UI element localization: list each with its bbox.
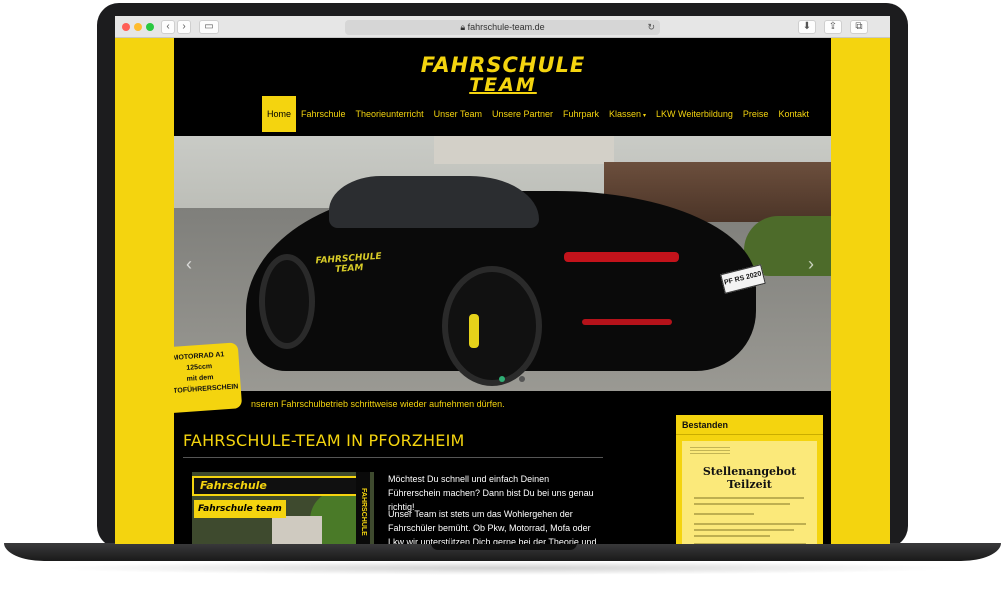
website-page: FAHRSCHULE TEAM Home Fahrschule Theorieu… xyxy=(174,38,831,544)
photo-sign: Fahrschule xyxy=(192,476,362,496)
flyer-text-line xyxy=(694,523,806,525)
flyer-text-line xyxy=(694,497,804,499)
nav-item-fahrschule[interactable]: Fahrschule xyxy=(296,96,351,132)
address-bar[interactable]: 🔒︎ fahrschule-team.de ↻ xyxy=(345,20,660,35)
flyer-title-line1: Stellenangebot xyxy=(702,465,797,478)
flyer-text-line xyxy=(694,543,806,544)
hero-slider[interactable]: FAHRSCHULE TEAM PF RS 2020 ‹ › xyxy=(174,136,831,391)
share-icon: ⇪ xyxy=(828,21,838,32)
sidebar-toggle-button[interactable]: ▭ xyxy=(199,20,219,34)
nav-item-klassen[interactable]: Klassen ▾ xyxy=(604,96,651,132)
nav-item-kontakt[interactable]: Kontakt xyxy=(773,96,814,132)
car-rear-wheel xyxy=(442,266,542,386)
forward-button[interactable]: › xyxy=(177,20,191,34)
chevron-down-icon: ▾ xyxy=(643,113,647,119)
team-paragraph: Unser Team ist stets um das Wohlergehen … xyxy=(388,509,597,544)
flyer-text-line xyxy=(694,513,754,515)
nav-item-theorieunterricht[interactable]: Theorieunterricht xyxy=(351,96,429,132)
car-window xyxy=(329,176,539,228)
logo-text-line1: FAHRSCHULE xyxy=(420,53,586,77)
flyer-text-line xyxy=(694,503,790,505)
job-offer-flyer[interactable]: Stellenangebot Teilzeit xyxy=(682,441,817,544)
back-icon: ‹ xyxy=(166,21,170,32)
hero-building xyxy=(434,136,614,164)
sidebar-widget-bestanden: Bestanden Stellenangebot Teilzeit xyxy=(676,415,823,544)
school-photo: Fahrschule Fahrschule team xyxy=(192,472,374,544)
news-ticker: nseren Fahrschulbetrieb schrittweise wie… xyxy=(251,399,505,409)
slider-indicator-2[interactable] xyxy=(519,376,525,382)
reload-icon[interactable]: ↻ xyxy=(647,20,655,35)
downloads-button[interactable]: ⬇ xyxy=(798,20,816,34)
tabs-button[interactable]: ⧉ xyxy=(850,20,868,34)
motorcycle-promo-badge[interactable]: MOTORRAD A1 125ccm mit dem AUTOFÜHRERSCH… xyxy=(174,342,243,414)
nav-item-fuhrpark[interactable]: Fuhrpark xyxy=(558,96,604,132)
nav-item-lkw-weiterbildung[interactable]: LKW Weiterbildung xyxy=(651,96,738,132)
flyer-text-line xyxy=(694,529,794,531)
url-text: fahrschule-team.de xyxy=(467,22,545,32)
flyer-text-line xyxy=(694,535,770,537)
nav-item-unser-team[interactable]: Unser Team xyxy=(429,96,487,132)
browser-toolbar: ‹ › ▭ 🔒︎ fahrschule-team.de ↻ ⬇ ⇪ ⧉ xyxy=(115,16,890,38)
flyer-title-line2: Teilzeit xyxy=(727,478,772,491)
share-button[interactable]: ⇪ xyxy=(824,20,842,34)
sidebar-widget-title: Bestanden xyxy=(676,415,823,435)
slider-indicator-1[interactable] xyxy=(499,376,505,382)
laptop-screen: ‹ › ▭ 🔒︎ fahrschule-team.de ↻ ⬇ ⇪ ⧉ FAHR… xyxy=(115,16,890,544)
title-divider xyxy=(183,457,603,458)
laptop-notch xyxy=(431,543,577,550)
minimize-window-button[interactable] xyxy=(134,23,142,31)
flyer-letterhead xyxy=(690,447,730,461)
lock-icon: 🔒︎ xyxy=(460,22,468,32)
nav-item-preise[interactable]: Preise xyxy=(738,96,774,132)
photo-building xyxy=(272,516,322,544)
nav-item-home[interactable]: Home xyxy=(262,96,297,132)
site-logo[interactable]: FAHRSCHULE TEAM xyxy=(414,55,592,97)
nav-item-unsere-partner[interactable]: Unsere Partner xyxy=(487,96,558,132)
car-rear-light xyxy=(582,319,672,325)
flyer-title: Stellenangebot Teilzeit xyxy=(682,465,817,491)
slider-prev-icon[interactable]: ‹ xyxy=(186,254,192,275)
slider-next-icon[interactable]: › xyxy=(808,254,814,275)
back-button[interactable]: ‹ xyxy=(161,20,175,34)
car-taillight xyxy=(564,252,679,262)
tabs-icon: ⧉ xyxy=(855,21,863,32)
car-brake-caliper xyxy=(469,314,479,348)
close-window-button[interactable] xyxy=(122,23,130,31)
photo-sign-secondary: Fahrschule team xyxy=(194,500,286,518)
nav-item-klassen-label: Klassen xyxy=(609,109,642,119)
logo-text-line2: TEAM xyxy=(469,74,537,96)
page-title: FAHRSCHULE-TEAM IN PFORZHEIM xyxy=(183,431,465,450)
car-front-wheel xyxy=(259,254,315,349)
photo-side-banner: FAHRSCHULE xyxy=(356,472,370,544)
fullscreen-window-button[interactable] xyxy=(146,23,154,31)
forward-icon: › xyxy=(182,21,186,32)
download-icon: ⬇ xyxy=(802,21,812,32)
laptop-shadow xyxy=(40,561,965,575)
sidebar-icon: ▭ xyxy=(204,21,214,32)
main-navigation: Home Fahrschule Theorieunterricht Unser … xyxy=(262,96,814,132)
